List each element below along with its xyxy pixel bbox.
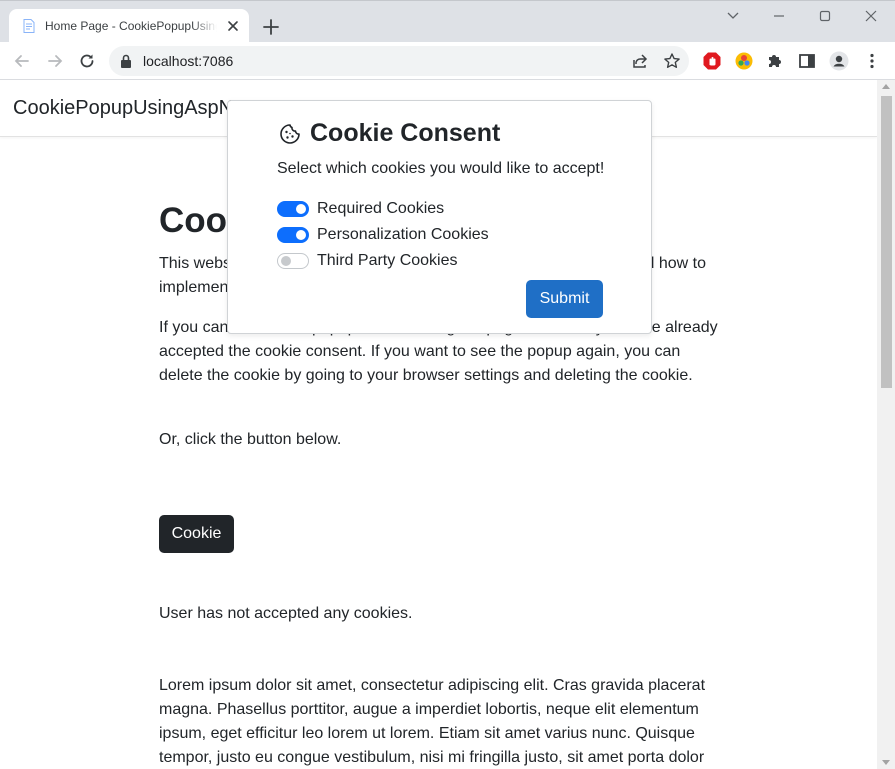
plus-icon[interactable] bbox=[261, 17, 281, 37]
cookie-icon bbox=[280, 124, 300, 144]
lorem-paragraph: Lorem ipsum dolor sit amet, consectetur … bbox=[159, 677, 706, 766]
reload-icon[interactable] bbox=[77, 51, 97, 71]
close-icon[interactable] bbox=[225, 18, 241, 34]
close-icon[interactable] bbox=[860, 7, 882, 25]
third-party-cookies-switch[interactable] bbox=[277, 253, 309, 269]
submit-button[interactable]: Submit bbox=[526, 280, 603, 318]
profile-icon[interactable] bbox=[829, 51, 849, 71]
minimize-icon[interactable] bbox=[768, 7, 790, 25]
dialog-subtitle: Select which cookies you would like to a… bbox=[277, 160, 605, 177]
chevron-down-icon[interactable] bbox=[722, 7, 744, 25]
browser-tab-home[interactable]: Home Page - CookiePopupUsingAspNet bbox=[9, 9, 249, 43]
maximize-icon[interactable] bbox=[814, 7, 836, 25]
scroll-thumb[interactable] bbox=[881, 96, 892, 388]
file-icon bbox=[23, 19, 35, 33]
share-icon[interactable] bbox=[631, 52, 649, 70]
tab-strip: Home Page - CookiePopupUsingAspNet bbox=[0, 0, 895, 43]
back-icon[interactable] bbox=[12, 51, 32, 71]
star-icon[interactable] bbox=[663, 52, 681, 70]
option-third-party-cookies: Third Party Cookies bbox=[277, 251, 458, 271]
scroll-down-arrow[interactable] bbox=[882, 760, 890, 765]
third-party-cookies-label[interactable]: Third Party Cookies bbox=[317, 252, 458, 270]
page-scrollbar[interactable] bbox=[877, 80, 895, 769]
address-bar[interactable]: localhost:7086 bbox=[109, 46, 689, 76]
option-personalization-cookies: Personalization Cookies bbox=[277, 225, 489, 245]
sidepanel-icon[interactable] bbox=[797, 51, 817, 71]
required-cookies-switch[interactable] bbox=[277, 201, 309, 217]
tab-title: Home Page - CookiePopupUsingAspNet bbox=[45, 19, 217, 33]
color-extension-icon[interactable] bbox=[734, 51, 754, 71]
url-text[interactable]: localhost:7086 bbox=[143, 53, 233, 69]
cookie-button[interactable]: Cookie bbox=[159, 515, 234, 553]
dialog-title: Cookie Consent bbox=[310, 119, 501, 147]
puzzle-icon[interactable] bbox=[765, 51, 785, 71]
adblock-icon[interactable] bbox=[702, 51, 722, 71]
required-cookies-label[interactable]: Required Cookies bbox=[317, 200, 444, 218]
personalization-cookies-label[interactable]: Personalization Cookies bbox=[317, 226, 489, 244]
cookie-status-text: User has not accepted any cookies. bbox=[159, 605, 413, 622]
site-brand-link[interactable]: CookiePopupUsingAspNet bbox=[13, 97, 250, 120]
scroll-up-arrow[interactable] bbox=[882, 84, 890, 89]
personalization-cookies-switch[interactable] bbox=[277, 227, 309, 243]
option-required-cookies: Required Cookies bbox=[277, 199, 444, 219]
cookie-consent-dialog: Cookie Consent Select which cookies you … bbox=[227, 100, 652, 334]
forward-icon[interactable] bbox=[45, 51, 65, 71]
browser-toolbar: localhost:7086 bbox=[0, 42, 895, 80]
lock-icon[interactable] bbox=[119, 53, 133, 69]
menu-icon[interactable] bbox=[862, 51, 882, 71]
instruction-paragraph: Or, click the button below. bbox=[159, 431, 342, 448]
